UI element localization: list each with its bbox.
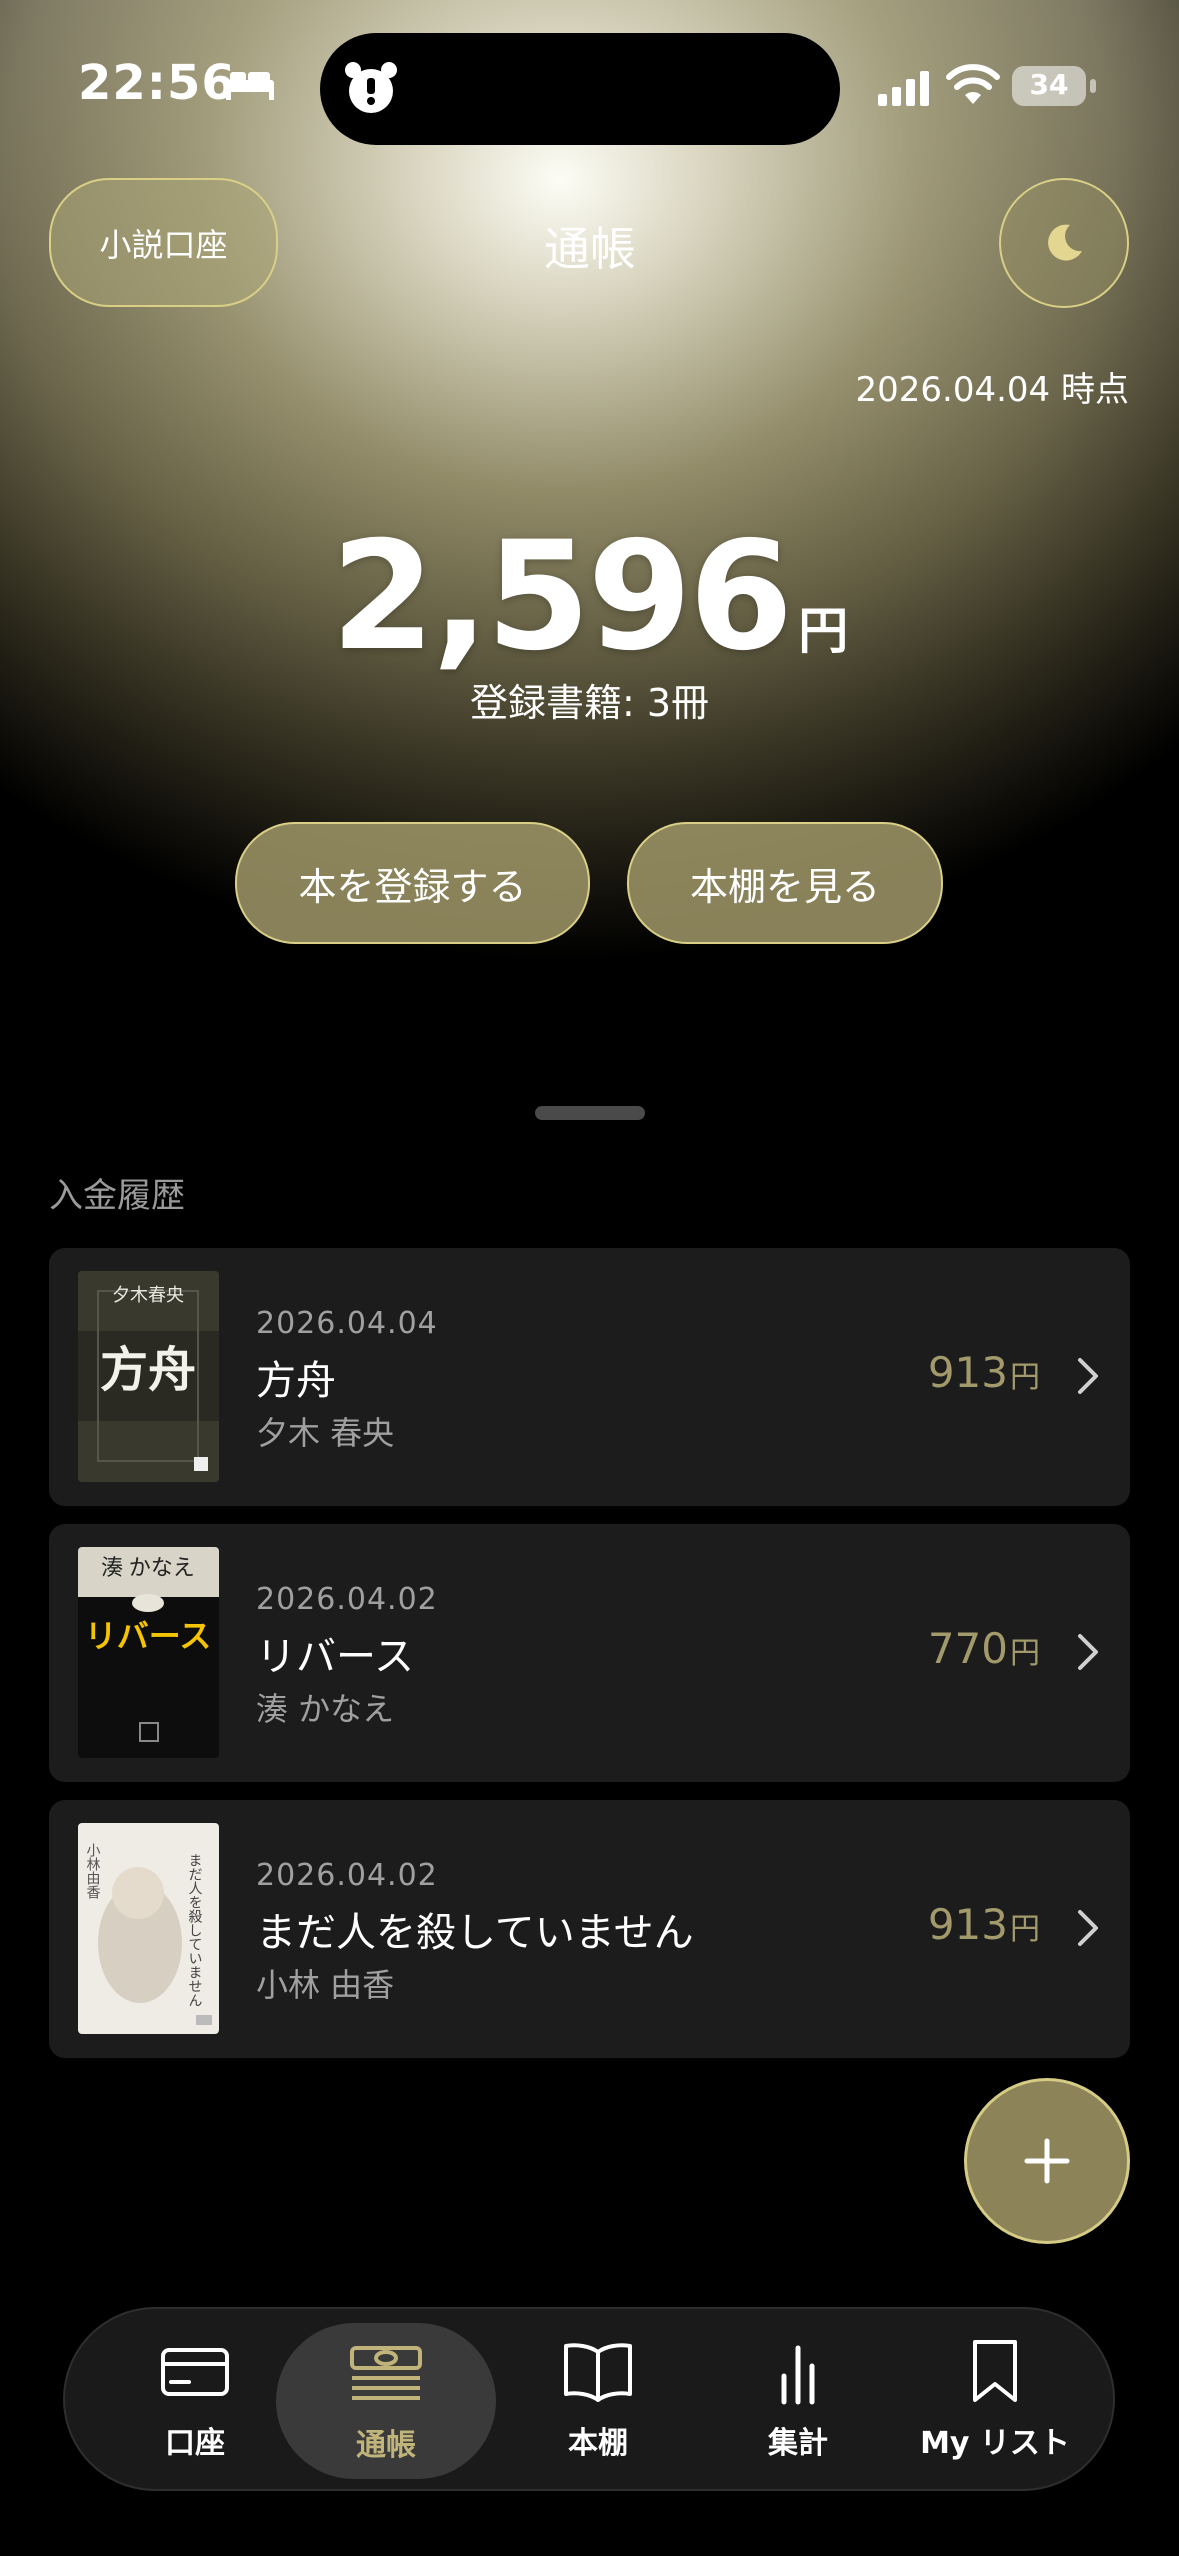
registered-books-count: 登録書籍: 3冊: [469, 681, 710, 725]
account-switch-button[interactable]: 小説口座: [49, 178, 278, 307]
bed-icon: [226, 72, 274, 100]
entry-price: 913円: [927, 1348, 1040, 1397]
sheet-grabber[interactable]: [535, 1106, 645, 1120]
svg-text:リバース: リバース: [85, 1618, 211, 1654]
history-entry[interactable]: 小林由香 まだ人を殺していません 2026.04.02 まだ人を殺していません …: [49, 1800, 1130, 2058]
entry-price: 770円: [927, 1624, 1040, 1673]
chevron-right-icon: [1078, 1910, 1098, 1946]
history-section-title: 入金履歴: [49, 1176, 185, 1216]
balance-unit: 円: [798, 602, 849, 660]
battery-level: 34: [1029, 68, 1069, 101]
balance-display: 2,596 円: [0, 510, 1179, 684]
tab-label: 口座: [165, 2426, 225, 2461]
book-cover: 小林由香 まだ人を殺していません: [78, 1823, 219, 2034]
svg-text:まだ人を殺していません: まだ人を殺していません: [187, 1853, 203, 2007]
tab-bar: 口座 通帳 本棚 集計 My リスト: [63, 2307, 1115, 2491]
entry-title: リバース: [256, 1634, 414, 1680]
book-cover-art: 小林由香 まだ人を殺していません: [78, 1823, 219, 2034]
book-cover: 湊 かなえ リバース: [78, 1547, 219, 1758]
tab-stats[interactable]: 集計: [698, 2309, 898, 2489]
register-book-button[interactable]: 本を登録する: [235, 822, 590, 944]
history-entry[interactable]: 湊 かなえ リバース 2026.04.02 リバース 湊 かなえ 770円: [49, 1524, 1130, 1782]
cellular-signal-icon: [878, 71, 929, 106]
view-shelf-button[interactable]: 本棚を見る: [627, 822, 943, 944]
entry-author: 夕木 春央: [256, 1414, 395, 1452]
as-of-date: 2026.04.04 時点: [855, 370, 1129, 410]
book-cover: 夕木春央 方舟: [78, 1271, 219, 1482]
book-icon: [564, 2343, 632, 2402]
book-cover-art: 夕木春央 方舟: [78, 1271, 219, 1482]
svg-text:小林由香: 小林由香: [85, 1843, 101, 1899]
wifi-icon: [946, 64, 1000, 104]
passbook-icon: [350, 2346, 422, 2400]
tab-label: My リスト: [920, 2426, 1070, 2461]
tab-label: 通帳: [356, 2428, 416, 2463]
entry-title: まだ人を殺していません: [256, 1910, 694, 1956]
entry-price: 913円: [927, 1900, 1040, 1949]
tab-passbook[interactable]: 通帳: [276, 2323, 496, 2479]
status-time: 22:56: [78, 55, 236, 111]
bookmark-icon: [973, 2340, 1017, 2402]
tab-label: 本棚: [568, 2426, 628, 2461]
battery-indicator: 34: [1012, 66, 1096, 106]
tab-account[interactable]: 口座: [95, 2309, 295, 2489]
tab-label: 集計: [768, 2426, 828, 2461]
svg-text:方舟: 方舟: [100, 1344, 196, 1397]
theme-toggle-button[interactable]: [999, 178, 1129, 308]
entry-author: 湊 かなえ: [256, 1690, 395, 1728]
svg-text:湊 かなえ: 湊 かなえ: [101, 1555, 195, 1580]
entry-date: 2026.04.02: [256, 1582, 438, 1617]
tab-bookshelf[interactable]: 本棚: [498, 2309, 698, 2489]
entry-title: 方舟: [256, 1358, 336, 1404]
moon-icon: [1048, 224, 1082, 261]
card-icon: [161, 2348, 229, 2396]
svg-text:夕木春央: 夕木春央: [112, 1285, 184, 1305]
balance-amount: 2,596: [330, 510, 793, 684]
plus-icon: [1024, 2138, 1070, 2184]
entry-date: 2026.04.02: [256, 1858, 438, 1893]
app-activity-icon: [345, 62, 397, 113]
chevron-right-icon: [1078, 1358, 1098, 1394]
entry-author: 小林 由香: [256, 1966, 395, 2004]
bar-chart-icon: [781, 2345, 815, 2405]
add-entry-button[interactable]: [964, 2078, 1130, 2244]
history-entry[interactable]: 夕木春央 方舟 2026.04.04 方舟 夕木 春央 913円: [49, 1248, 1130, 1506]
entry-date: 2026.04.04: [256, 1306, 438, 1341]
book-cover-art: 湊 かなえ リバース: [78, 1547, 219, 1758]
page-title: 通帳: [544, 222, 636, 276]
chevron-right-icon: [1078, 1634, 1098, 1670]
tab-mylist[interactable]: My リスト: [895, 2309, 1095, 2489]
